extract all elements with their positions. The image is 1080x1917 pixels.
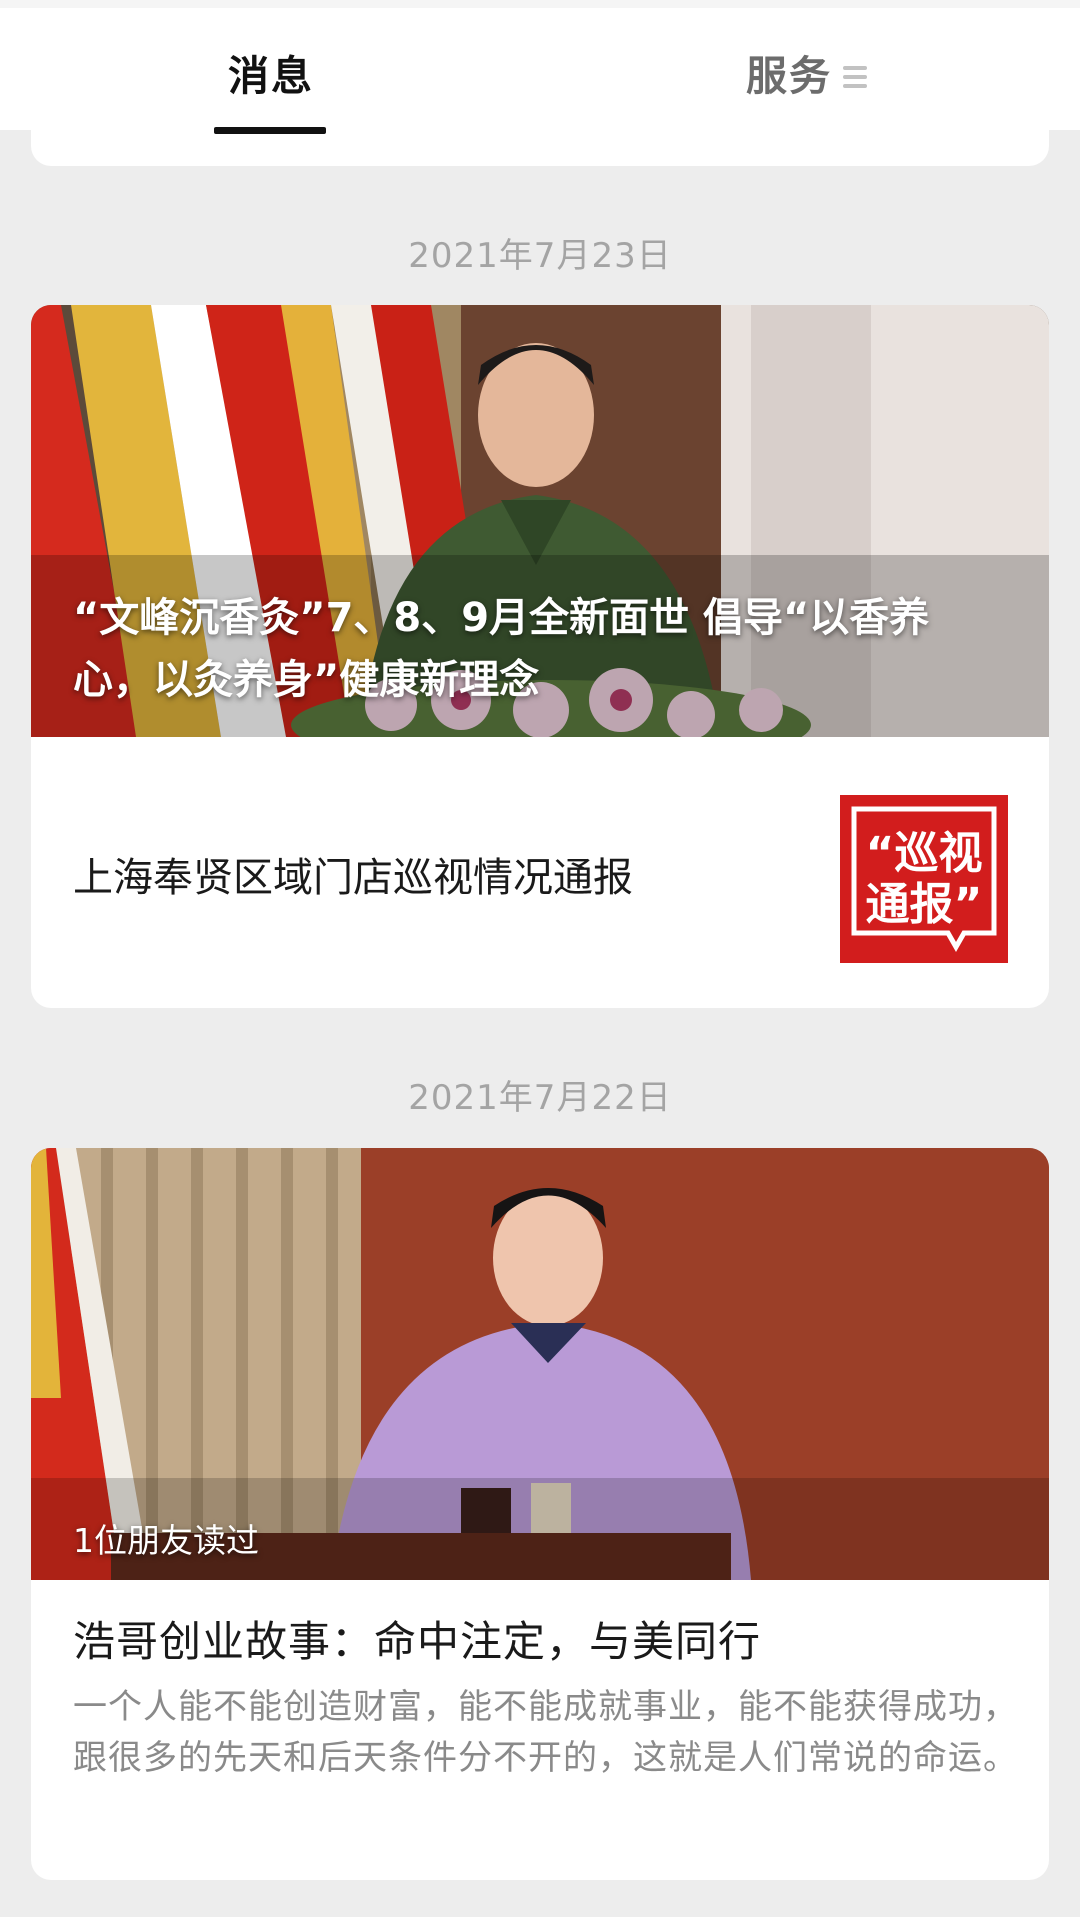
active-tab-indicator [214,127,326,134]
read-by-friends-badge: 1位朋友读过 [73,1521,259,1560]
sub-article-row[interactable]: 上海奉贤区域门店巡视情况通报 “巡视 通报” [31,737,1049,1008]
sub-article-thumbnail: “巡视 通报” [840,795,1008,963]
thumb-text-line2: 通报” [866,879,983,930]
tab-services[interactable]: 服务 [746,46,832,106]
thumb-text-line1: “巡视 [866,828,983,879]
article-title: 浩哥创业故事：命中注定，与美同行 [73,1617,762,1666]
top-tab-bar: 消息 服务 [0,0,1080,134]
message-card[interactable]: 1位朋友读过 浩哥创业故事：命中注定，与美同行 一个人能不能创造财富，能不能成就… [31,1148,1049,1880]
sub-article-title: 上海奉贤区域门店巡视情况通报 [73,855,633,901]
message-date: 2021年7月23日 [408,236,672,276]
article-cover-image[interactable]: 1位朋友读过 [31,1148,1049,1580]
tab-messages[interactable]: 消息 [228,46,314,106]
article-summary: 一个人能不能创造财富，能不能成就事业，能不能获得成功，跟很多的先天和后天条件分不… [73,1687,1018,1778]
menu-icon[interactable] [843,66,867,88]
article-cover-image[interactable]: “文峰沉香灸”7、8、9月全新面世 倡导“以香养心，以灸养身”健康新理念 [31,305,1049,737]
cover-caption: “文峰沉香灸”7、8、9月全新面世 倡导“以香养心，以灸养身”健康新理念 [73,595,930,703]
message-date: 2021年7月22日 [408,1078,672,1118]
message-card: “文峰沉香灸”7、8、9月全新面世 倡导“以香养心，以灸养身”健康新理念 上海奉… [31,305,1049,1008]
